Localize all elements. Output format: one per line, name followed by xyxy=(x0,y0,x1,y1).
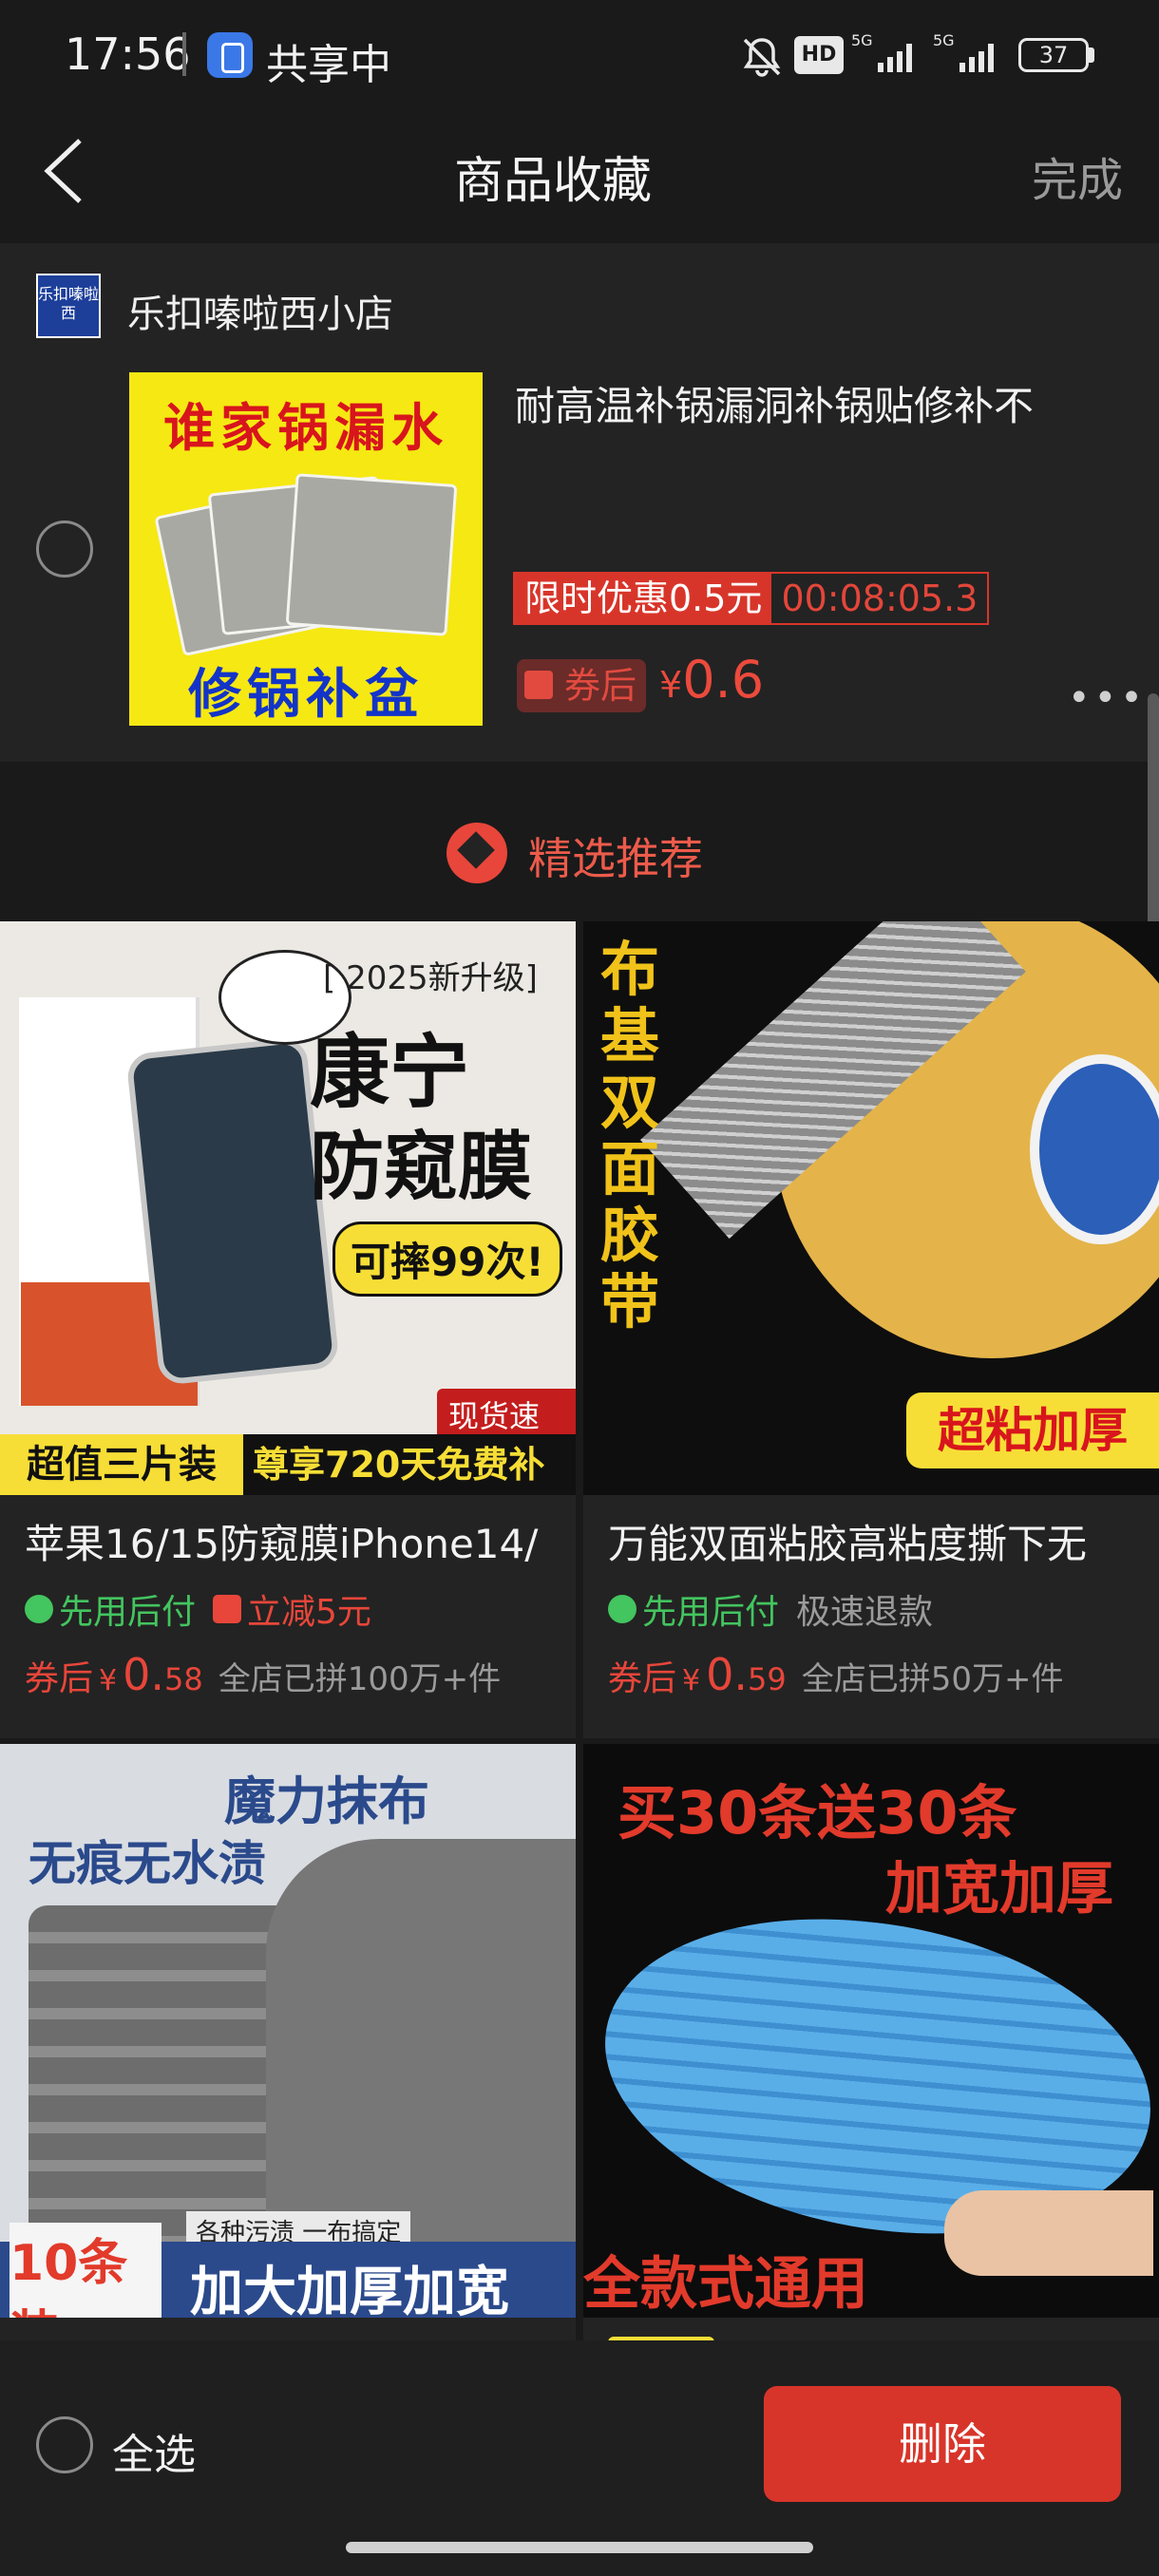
price-currency: ¥ xyxy=(659,664,683,706)
item-title[interactable]: 耐高温补锅漏洞补锅贴修补不 xyxy=(515,374,1123,432)
product-price-line: 券后 ¥ 0.58 全店已拼100万+件 xyxy=(25,1649,501,1700)
discount-label: 立减5元 xyxy=(247,1593,371,1632)
image-top-text: 魔力抹布 xyxy=(224,1771,429,1831)
done-button[interactable]: 完成 xyxy=(1032,142,1123,209)
product-title: 苹果16/15防窥膜iPhone14/ xyxy=(25,1521,539,1567)
pay-later-icon xyxy=(25,1595,53,1623)
image-line-2: 防窥膜 xyxy=(310,1125,533,1210)
product-price-line: 券后 ¥ 0.59 全店已拼50万+件 xyxy=(608,1649,1063,1700)
status-bar: 17:56 共享中 HD 5G 5G 37 xyxy=(0,0,1159,114)
image-vertical-text: 布基双面胶带 xyxy=(600,935,660,1336)
cloth-drape xyxy=(266,1839,576,2257)
price-value: 0.59 xyxy=(706,1649,787,1700)
pay-later-label: 先用后付 xyxy=(642,1593,780,1632)
status-time: 17:56 xyxy=(65,28,191,80)
image-bottom-left: 超值三片装 xyxy=(0,1434,243,1495)
product-title: 万能双面粘胶高粘度撕下无 xyxy=(608,1521,1088,1567)
select-all-radio[interactable] xyxy=(36,2416,93,2473)
item-select-radio[interactable] xyxy=(36,521,93,578)
share-status-text: 共享中 xyxy=(266,41,391,89)
price-label: 券后 xyxy=(25,1659,94,1698)
pay-later-label: 先用后付 xyxy=(59,1593,197,1632)
price-label: 券后 xyxy=(608,1659,677,1698)
price-integer: 0. xyxy=(123,1649,164,1700)
svg-text:5G: 5G xyxy=(851,31,873,49)
product-image: 买30条送30条 加宽加厚 全款式通用 xyxy=(583,1744,1159,2318)
thumbnail-headline: 谁家锅漏水 xyxy=(163,398,448,458)
fast-refund-tag: 极速退款 xyxy=(796,1593,934,1632)
price-currency: ¥ xyxy=(682,1664,701,1697)
shop-name[interactable]: 乐扣嗪啦西小店 xyxy=(127,283,393,338)
image-bottom-banner: 超粘加厚 xyxy=(906,1392,1159,1468)
coupon-icon xyxy=(213,1595,242,1623)
delete-button[interactable]: 删除 xyxy=(764,2386,1121,2502)
phone-shape xyxy=(125,1036,340,1386)
pay-later-tag: 先用后付 xyxy=(25,1584,196,1634)
promo-countdown: 00:08:05.3 xyxy=(781,578,978,619)
product-image: 魔力抹布 无痕无水渍 各种污渍 一布搞定 10条装 加大加厚加宽 xyxy=(0,1744,576,2318)
image-line-text: 无痕无水渍 xyxy=(28,1836,266,1891)
heart-icon xyxy=(446,823,507,883)
coupon-icon xyxy=(524,671,553,699)
battery-icon: 37 xyxy=(1018,38,1089,72)
more-options-icon[interactable]: ••• xyxy=(1068,676,1147,720)
pay-later-tag: 先用后付 xyxy=(608,1584,779,1634)
product-tags: 先用后付 极速退款 xyxy=(608,1584,933,1634)
product-card[interactable]: [ 2025新升级] 康宁 防窥膜 可摔99次! 现货速发 超值三片装 尊享72… xyxy=(0,921,576,1738)
product-card[interactable]: 魔力抹布 无痕无水渍 各种污渍 一布搞定 10条装 加大加厚加宽 茶巾擦玻璃不留… xyxy=(0,1744,576,2352)
item-price: ¥0.6 xyxy=(659,650,764,710)
pay-later-icon xyxy=(608,1595,636,1623)
signal-5g-icon-1: 5G xyxy=(851,31,912,72)
signal-5g-icon-2: 5G xyxy=(933,31,994,72)
price-value: 0.6 xyxy=(682,650,765,710)
product-card[interactable]: 布基双面胶带 超粘加厚 万能双面粘胶高粘度撕下无 先用后付 极速退款 券后 ¥ … xyxy=(583,921,1159,1738)
page-title: 商品收藏 xyxy=(453,153,652,210)
price-decimal: 59 xyxy=(748,1661,787,1697)
price-value: 0.58 xyxy=(123,1649,203,1700)
hand-shape xyxy=(944,2190,1153,2276)
image-bottom-right: 尊享720天免费补 xyxy=(243,1434,576,1495)
thumbnail-caption: 修锅补盆 xyxy=(188,664,424,726)
image-bottom-text: 全款式通用 xyxy=(583,2251,868,2318)
battery-tip xyxy=(1089,47,1094,63)
scrollbar[interactable] xyxy=(1148,693,1159,940)
product-image: 布基双面胶带 超粘加厚 xyxy=(583,921,1159,1495)
price-integer: 0. xyxy=(706,1649,748,1700)
product-image: [ 2025新升级] 康宁 防窥膜 可摔99次! 现货速发 超值三片装 尊享72… xyxy=(0,921,576,1495)
recommend-header: 精选推荐 xyxy=(528,833,703,884)
sold-count: 全店已拼100万+件 xyxy=(218,1660,502,1698)
image-pill: 可摔99次! xyxy=(332,1222,562,1297)
mute-bell-icon xyxy=(743,38,781,77)
hd-icon: HD xyxy=(794,36,844,74)
image-line-text: 加宽加厚 xyxy=(885,1856,1113,1923)
promo-badge: 限时优惠0.5元 00:08:05.3 xyxy=(513,572,990,625)
image-line-1: 康宁 xyxy=(310,1026,470,1119)
sold-count: 全店已拼50万+件 xyxy=(801,1660,1064,1698)
price-decimal: 58 xyxy=(164,1661,203,1697)
promo-label: 限时优惠0.5元 xyxy=(515,574,772,623)
product-tags: 先用后付 立减5元 xyxy=(25,1584,371,1634)
product-card[interactable]: 买30条送30条 加宽加厚 全款式通用 旗舰店 通用吸油烟机吸油棉 xyxy=(583,1744,1159,2352)
image-count-badge: 10条装 xyxy=(10,2223,162,2318)
select-all-label[interactable]: 全选 xyxy=(112,2420,196,2481)
image-bottom-text: 加大加厚加宽 xyxy=(190,2262,509,2318)
shop-logo[interactable]: 乐扣嗪啦西 xyxy=(36,274,101,338)
status-divider xyxy=(182,32,186,76)
screen-share-icon xyxy=(207,32,253,78)
page: 17:56 共享中 HD 5G 5G 37 商品收藏 完成 乐扣嗪啦西 乐扣嗪啦… xyxy=(0,0,1159,2576)
discount-tag: 立减5元 xyxy=(213,1584,371,1634)
image-top-text: 买30条送30条 xyxy=(618,1778,1017,1847)
home-indicator[interactable] xyxy=(346,2542,813,2553)
image-badge-text: [ 2025新升级] xyxy=(323,959,538,997)
item-thumbnail[interactable]: 谁家锅漏水 修锅补盆 xyxy=(129,372,483,726)
price-currency: ¥ xyxy=(99,1664,118,1697)
patch-sheet xyxy=(285,473,458,636)
svg-text:5G: 5G xyxy=(933,31,955,49)
